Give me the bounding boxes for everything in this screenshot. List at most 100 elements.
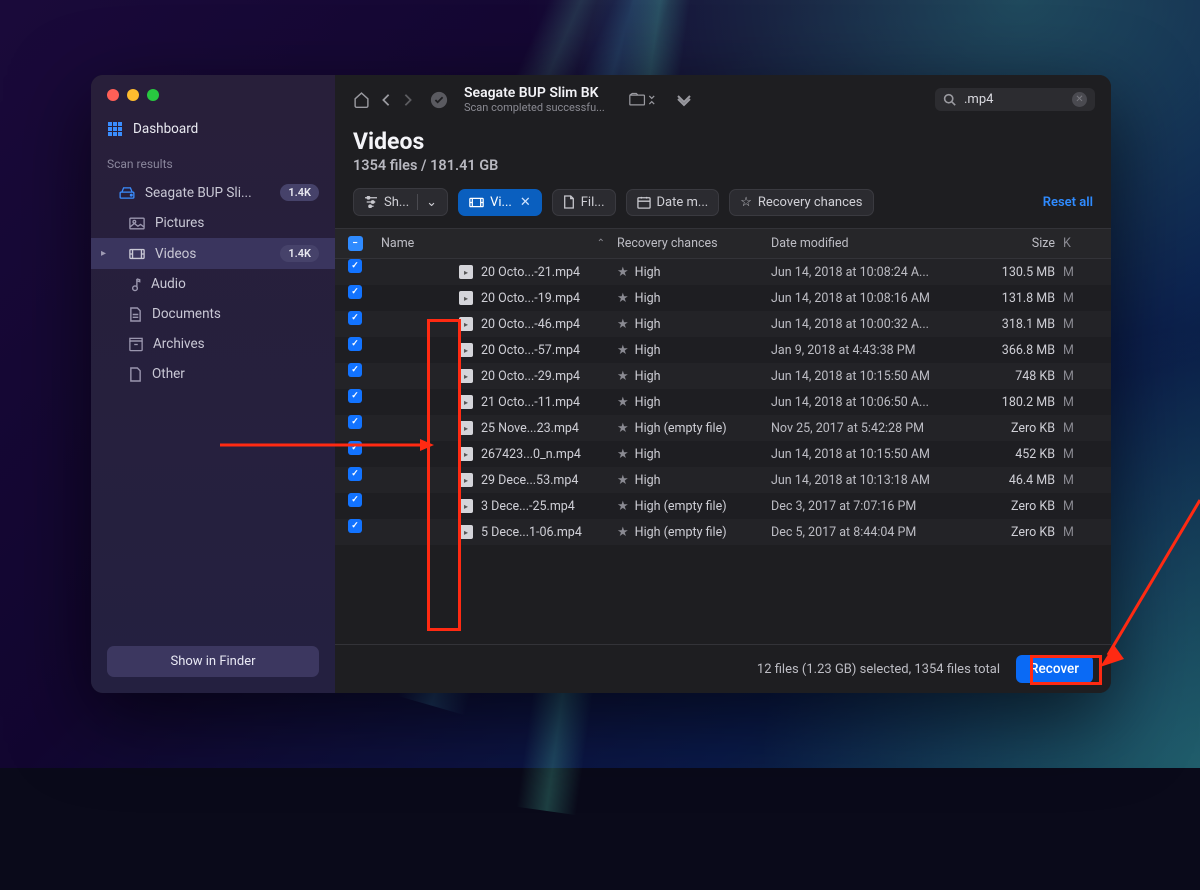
star-icon: ★ (617, 525, 629, 540)
size-text: 366.8 MB (975, 336, 1061, 365)
recover-button[interactable]: Recover (1016, 655, 1093, 683)
row-checkbox[interactable]: ✓ (348, 259, 362, 273)
row-checkbox[interactable]: ✓ (348, 389, 362, 403)
file-icon: ▸ (459, 265, 473, 279)
date-text: Jan 9, 2018 at 4:43:38 PM (765, 336, 975, 365)
status-check-icon (430, 91, 448, 109)
show-filter-label: Sh... (384, 195, 409, 210)
table-row[interactable]: ✓▸20 Octo...-46.mp4★HighJun 14, 2018 at … (335, 311, 1111, 337)
window-controls (91, 89, 335, 115)
row-checkbox[interactable]: ✓ (348, 285, 362, 299)
sidebar-item-label: Audio (151, 276, 186, 292)
close-window-button[interactable] (107, 89, 119, 101)
other-icon (129, 367, 142, 382)
table-row[interactable]: ✓▸20 Octo...-57.mp4★HighJan 9, 2018 at 4… (335, 337, 1111, 363)
size-text: 180.2 MB (975, 388, 1061, 417)
show-filter-button[interactable]: Sh... ⌄ (353, 188, 448, 216)
table-row[interactable]: ✓▸29 Dece...53.mp4★HighJun 14, 2018 at 1… (335, 467, 1111, 493)
recovery-text: High (635, 343, 661, 358)
recovery-filter-label: Recovery chances (758, 195, 863, 210)
show-in-finder-button[interactable]: Show in Finder (107, 646, 319, 677)
star-icon: ★ (617, 473, 629, 488)
home-button[interactable] (353, 91, 370, 108)
column-kind[interactable]: K (1061, 229, 1079, 258)
recovery-text: High (empty file) (635, 525, 727, 540)
star-icon: ★ (617, 499, 629, 514)
file-name: 3 Dece...-25.mp4 (481, 499, 575, 514)
file-name: 25 Nove...23.mp4 (481, 421, 579, 436)
kind-text: M (1061, 388, 1079, 417)
file-icon: ▸ (459, 473, 473, 487)
table-row[interactable]: ✓▸5 Dece...1-06.mp4★High (empty file)Dec… (335, 519, 1111, 545)
row-checkbox[interactable]: ✓ (348, 467, 362, 481)
row-checkbox[interactable]: ✓ (348, 363, 362, 377)
sidebar: Dashboard Scan results Seagate BUP Sli..… (91, 75, 335, 693)
file-name: 21 Octo...-11.mp4 (481, 395, 580, 410)
column-name[interactable]: Name⌃ (375, 229, 611, 258)
nav-back-button[interactable] (380, 93, 392, 107)
file-name: 267423...0_n.mp4 (481, 447, 581, 462)
dashboard-link[interactable]: Dashboard (91, 115, 335, 143)
chevron-right-icon: ▸ (101, 248, 106, 259)
sidebar-item-seagate-bup-sli-[interactable]: Seagate BUP Sli...1.4K (91, 177, 335, 208)
sidebar-item-documents[interactable]: Documents (91, 299, 335, 329)
sort-asc-icon: ⌃ (597, 238, 605, 249)
more-button[interactable] (675, 93, 693, 107)
file-icon: ▸ (459, 343, 473, 357)
sidebar-item-videos[interactable]: ▸Videos1.4K (91, 238, 335, 269)
drive-icon (119, 187, 135, 199)
row-checkbox[interactable]: ✓ (348, 337, 362, 351)
table-row[interactable]: ✓▸267423...0_n.mp4★HighJun 14, 2018 at 1… (335, 441, 1111, 467)
table-row[interactable]: ✓▸20 Octo...-29.mp4★HighJun 14, 2018 at … (335, 363, 1111, 389)
table-row[interactable]: ✓▸21 Octo...-11.mp4★HighJun 14, 2018 at … (335, 389, 1111, 415)
date-text: Jun 14, 2018 at 10:15:50 AM (765, 362, 975, 391)
select-all-checkbox[interactable]: − (348, 236, 363, 251)
toolbar-title-block: Seagate BUP Slim BK Scan completed succe… (464, 85, 605, 114)
maximize-window-button[interactable] (147, 89, 159, 101)
file-icon: ▸ (459, 395, 473, 409)
file-icon: ▸ (459, 499, 473, 513)
sidebar-item-archives[interactable]: Archives (91, 329, 335, 359)
table-row[interactable]: ✓▸20 Octo...-19.mp4★HighJun 14, 2018 at … (335, 285, 1111, 311)
clear-search-button[interactable]: ✕ (1072, 92, 1087, 107)
search-input[interactable] (964, 92, 1064, 107)
recovery-filter-button[interactable]: ☆ Recovery chances (729, 189, 873, 216)
kind-text: M (1061, 440, 1079, 469)
file-filter-button[interactable]: Fil... (552, 189, 616, 216)
sidebar-item-pictures[interactable]: Pictures (91, 208, 335, 238)
dashboard-label: Dashboard (133, 121, 198, 137)
sidebar-item-label: Documents (152, 306, 221, 322)
sidebar-item-label: Archives (153, 336, 205, 352)
table-row[interactable]: ✓▸25 Nove...23.mp4★High (empty file)Nov … (335, 415, 1111, 441)
sidebar-item-label: Other (152, 366, 185, 382)
date-filter-button[interactable]: Date m... (626, 189, 720, 216)
sidebar-item-other[interactable]: Other (91, 359, 335, 389)
row-checkbox[interactable]: ✓ (348, 519, 362, 533)
column-date[interactable]: Date modified (765, 229, 975, 258)
search-field[interactable]: ✕ (935, 88, 1095, 111)
file-filter-label: Fil... (581, 195, 605, 210)
reset-filters-button[interactable]: Reset all (1043, 195, 1093, 210)
table-row[interactable]: ✓▸20 Octo...-21.mp4★HighJun 14, 2018 at … (335, 259, 1111, 285)
file-icon: ▸ (459, 421, 473, 435)
date-text: Dec 5, 2017 at 8:44:04 PM (765, 518, 975, 547)
drive-title: Seagate BUP Slim BK (464, 85, 605, 101)
date-text: Jun 14, 2018 at 10:00:32 A... (765, 310, 975, 339)
column-recovery[interactable]: Recovery chances (611, 229, 765, 258)
search-icon (943, 93, 956, 106)
sidebar-item-audio[interactable]: Audio (91, 269, 335, 299)
nav-forward-button[interactable] (402, 93, 414, 107)
row-checkbox[interactable]: ✓ (348, 311, 362, 325)
file-icon: ▸ (459, 369, 473, 383)
row-checkbox[interactable]: ✓ (348, 415, 362, 429)
minimize-window-button[interactable] (127, 89, 139, 101)
column-size[interactable]: Size (975, 229, 1061, 258)
table-row[interactable]: ✓▸3 Dece...-25.mp4★High (empty file)Dec … (335, 493, 1111, 519)
row-checkbox[interactable]: ✓ (348, 493, 362, 507)
remove-filter-icon[interactable]: ✕ (520, 195, 531, 210)
folder-picker-button[interactable] (629, 92, 655, 108)
video-filter-chip[interactable]: Vi... ✕ (458, 189, 542, 216)
row-checkbox[interactable]: ✓ (348, 441, 362, 455)
sidebar-item-label: Videos (155, 246, 196, 262)
date-text: Jun 14, 2018 at 10:15:50 AM (765, 440, 975, 469)
